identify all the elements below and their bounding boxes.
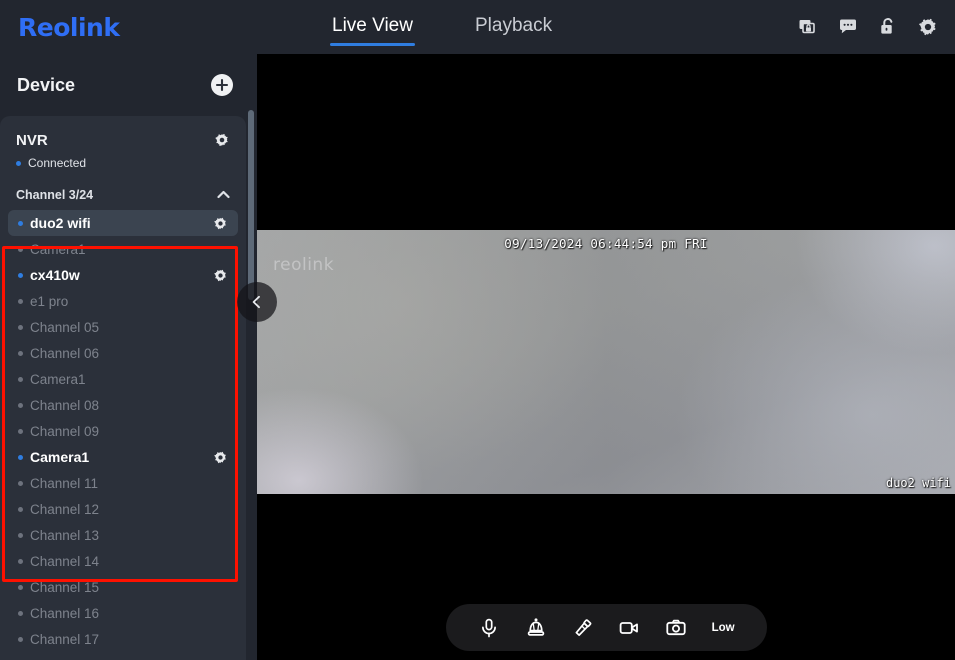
channel-list-item[interactable]: Camera1 — [8, 236, 238, 262]
channel-list-item[interactable]: Channel 05 — [8, 314, 238, 340]
device-sidebar: Device NVR Connected Channel 3/24 duo2 w… — [0, 54, 257, 660]
stream-quality-button[interactable]: Low — [706, 618, 741, 638]
channel-list-item[interactable]: Channel 08 — [8, 392, 238, 418]
video-watermark: reolink — [273, 255, 335, 275]
channel-label: Channel 05 — [30, 319, 100, 335]
channel-status-dot — [18, 272, 23, 278]
channel-status-dot — [18, 610, 23, 616]
channel-settings-gear-icon[interactable] — [213, 450, 228, 465]
video-feed[interactable]: reolink 09/13/2024 06:44:54 pm FRI duo2 … — [257, 230, 955, 494]
channel-label: Camera1 — [30, 449, 90, 465]
nvr-name: NVR — [16, 131, 48, 149]
nvr-device-card: NVR Connected Channel 3/24 duo2 wifi Came… — [0, 116, 246, 660]
channel-list: duo2 wifi Camera1 cx410w e1 pro Channel 05 Ch… — [0, 210, 246, 652]
channel-list-item[interactable]: Channel 15 — [8, 574, 238, 600]
channel-list-item[interactable]: Camera1 — [8, 366, 238, 392]
channel-status-dot — [18, 636, 23, 642]
channel-status-dot — [18, 480, 23, 486]
unlocked-padlock-icon[interactable] — [877, 16, 899, 38]
channel-label: Channel 17 — [30, 631, 100, 647]
channel-status-dot — [18, 324, 23, 330]
channel-status-dot — [18, 376, 23, 382]
channel-list-item[interactable]: Channel 11 — [8, 470, 238, 496]
flashlight-icon[interactable] — [566, 611, 600, 645]
channel-label: duo2 wifi — [30, 215, 91, 231]
reolink-client-window: Reolink Live View Playback Device NVR Co… — [0, 0, 955, 660]
device-header: Device — [0, 54, 257, 116]
channel-label: Channel 06 — [30, 345, 100, 361]
channel-list-item[interactable]: Camera1 — [8, 444, 238, 470]
channel-label: Camera1 — [30, 241, 86, 257]
channel-list-item[interactable]: Channel 12 — [8, 496, 238, 522]
channel-list-item[interactable]: Channel 14 — [8, 548, 238, 574]
sidebar-scrollbar-thumb[interactable] — [248, 110, 254, 300]
channel-status-dot — [18, 350, 23, 356]
channel-label: Channel 09 — [30, 423, 100, 439]
channel-group-label: Channel 3/24 — [16, 188, 94, 202]
channel-label: Channel 11 — [30, 475, 99, 491]
channel-status-dot — [18, 402, 23, 408]
channel-status-dot — [18, 558, 23, 564]
channel-list-item[interactable]: cx410w — [8, 262, 238, 288]
tab-live-view[interactable]: Live View — [330, 0, 415, 55]
video-record-icon[interactable] — [612, 611, 646, 645]
video-channel-name-overlay: duo2 wifi — [885, 476, 951, 490]
screen-lock-icon[interactable] — [797, 16, 819, 38]
device-title: Device — [17, 74, 76, 95]
channel-label: Channel 08 — [30, 397, 100, 413]
nvr-header-row[interactable]: NVR — [0, 128, 246, 152]
channel-list-item[interactable]: Channel 13 — [8, 522, 238, 548]
channel-list-item[interactable]: e1 pro — [8, 288, 238, 314]
snapshot-camera-icon[interactable] — [659, 611, 693, 645]
channel-label: Camera1 — [30, 371, 86, 387]
channel-label: cx410w — [30, 267, 80, 283]
channel-status-dot — [18, 506, 23, 512]
chat-bubble-icon[interactable] — [837, 16, 859, 38]
status-dot — [16, 160, 21, 166]
reolink-logo: Reolink — [18, 13, 120, 42]
channel-settings-gear-icon[interactable] — [213, 216, 228, 231]
channel-status-dot — [18, 454, 23, 460]
gear-icon[interactable] — [917, 16, 939, 38]
siren-alarm-icon[interactable] — [519, 611, 553, 645]
sidebar-scrollbar-track[interactable] — [248, 100, 254, 655]
video-timestamp-overlay: 09/13/2024 06:44:54 pm FRI — [504, 236, 708, 251]
previous-channel-arrow-button[interactable] — [237, 282, 277, 322]
channel-list-item[interactable]: Channel 17 — [8, 626, 238, 652]
channel-list-item[interactable]: duo2 wifi — [8, 210, 238, 236]
channel-label: e1 pro — [30, 293, 69, 309]
channel-list-item[interactable]: Channel 06 — [8, 340, 238, 366]
add-device-button[interactable] — [211, 74, 233, 96]
live-view-control-toolbar: Low — [446, 604, 767, 651]
channel-label: Channel 14 — [30, 553, 100, 569]
channel-list-item[interactable]: Channel 16 — [8, 600, 238, 626]
nvr-status-row: Connected — [0, 152, 246, 170]
chevron-up-icon[interactable] — [217, 186, 230, 204]
channel-status-dot — [18, 220, 23, 226]
nvr-status-label: Connected — [28, 156, 87, 170]
nvr-settings-gear-icon[interactable] — [214, 132, 230, 148]
microphone-icon[interactable] — [472, 611, 506, 645]
channel-label: Channel 15 — [30, 579, 100, 595]
channel-label: Channel 16 — [30, 605, 100, 621]
channel-list-item[interactable]: Channel 09 — [8, 418, 238, 444]
channel-label: Channel 12 — [30, 501, 100, 517]
channel-status-dot — [18, 246, 23, 252]
channel-status-dot — [18, 584, 23, 590]
app-header: Reolink Live View Playback — [0, 0, 955, 54]
tab-playback[interactable]: Playback — [473, 0, 554, 55]
channel-group-header[interactable]: Channel 3/24 — [8, 182, 238, 208]
channel-status-dot — [18, 532, 23, 538]
main-tabs: Live View Playback — [330, 0, 554, 54]
live-view-stage: reolink 09/13/2024 06:44:54 pm FRI duo2 … — [237, 54, 955, 660]
channel-label: Channel 13 — [30, 527, 100, 543]
channel-settings-gear-icon[interactable] — [213, 268, 228, 283]
header-icon-group — [797, 0, 939, 54]
channel-status-dot — [18, 298, 23, 304]
channel-status-dot — [18, 428, 23, 434]
